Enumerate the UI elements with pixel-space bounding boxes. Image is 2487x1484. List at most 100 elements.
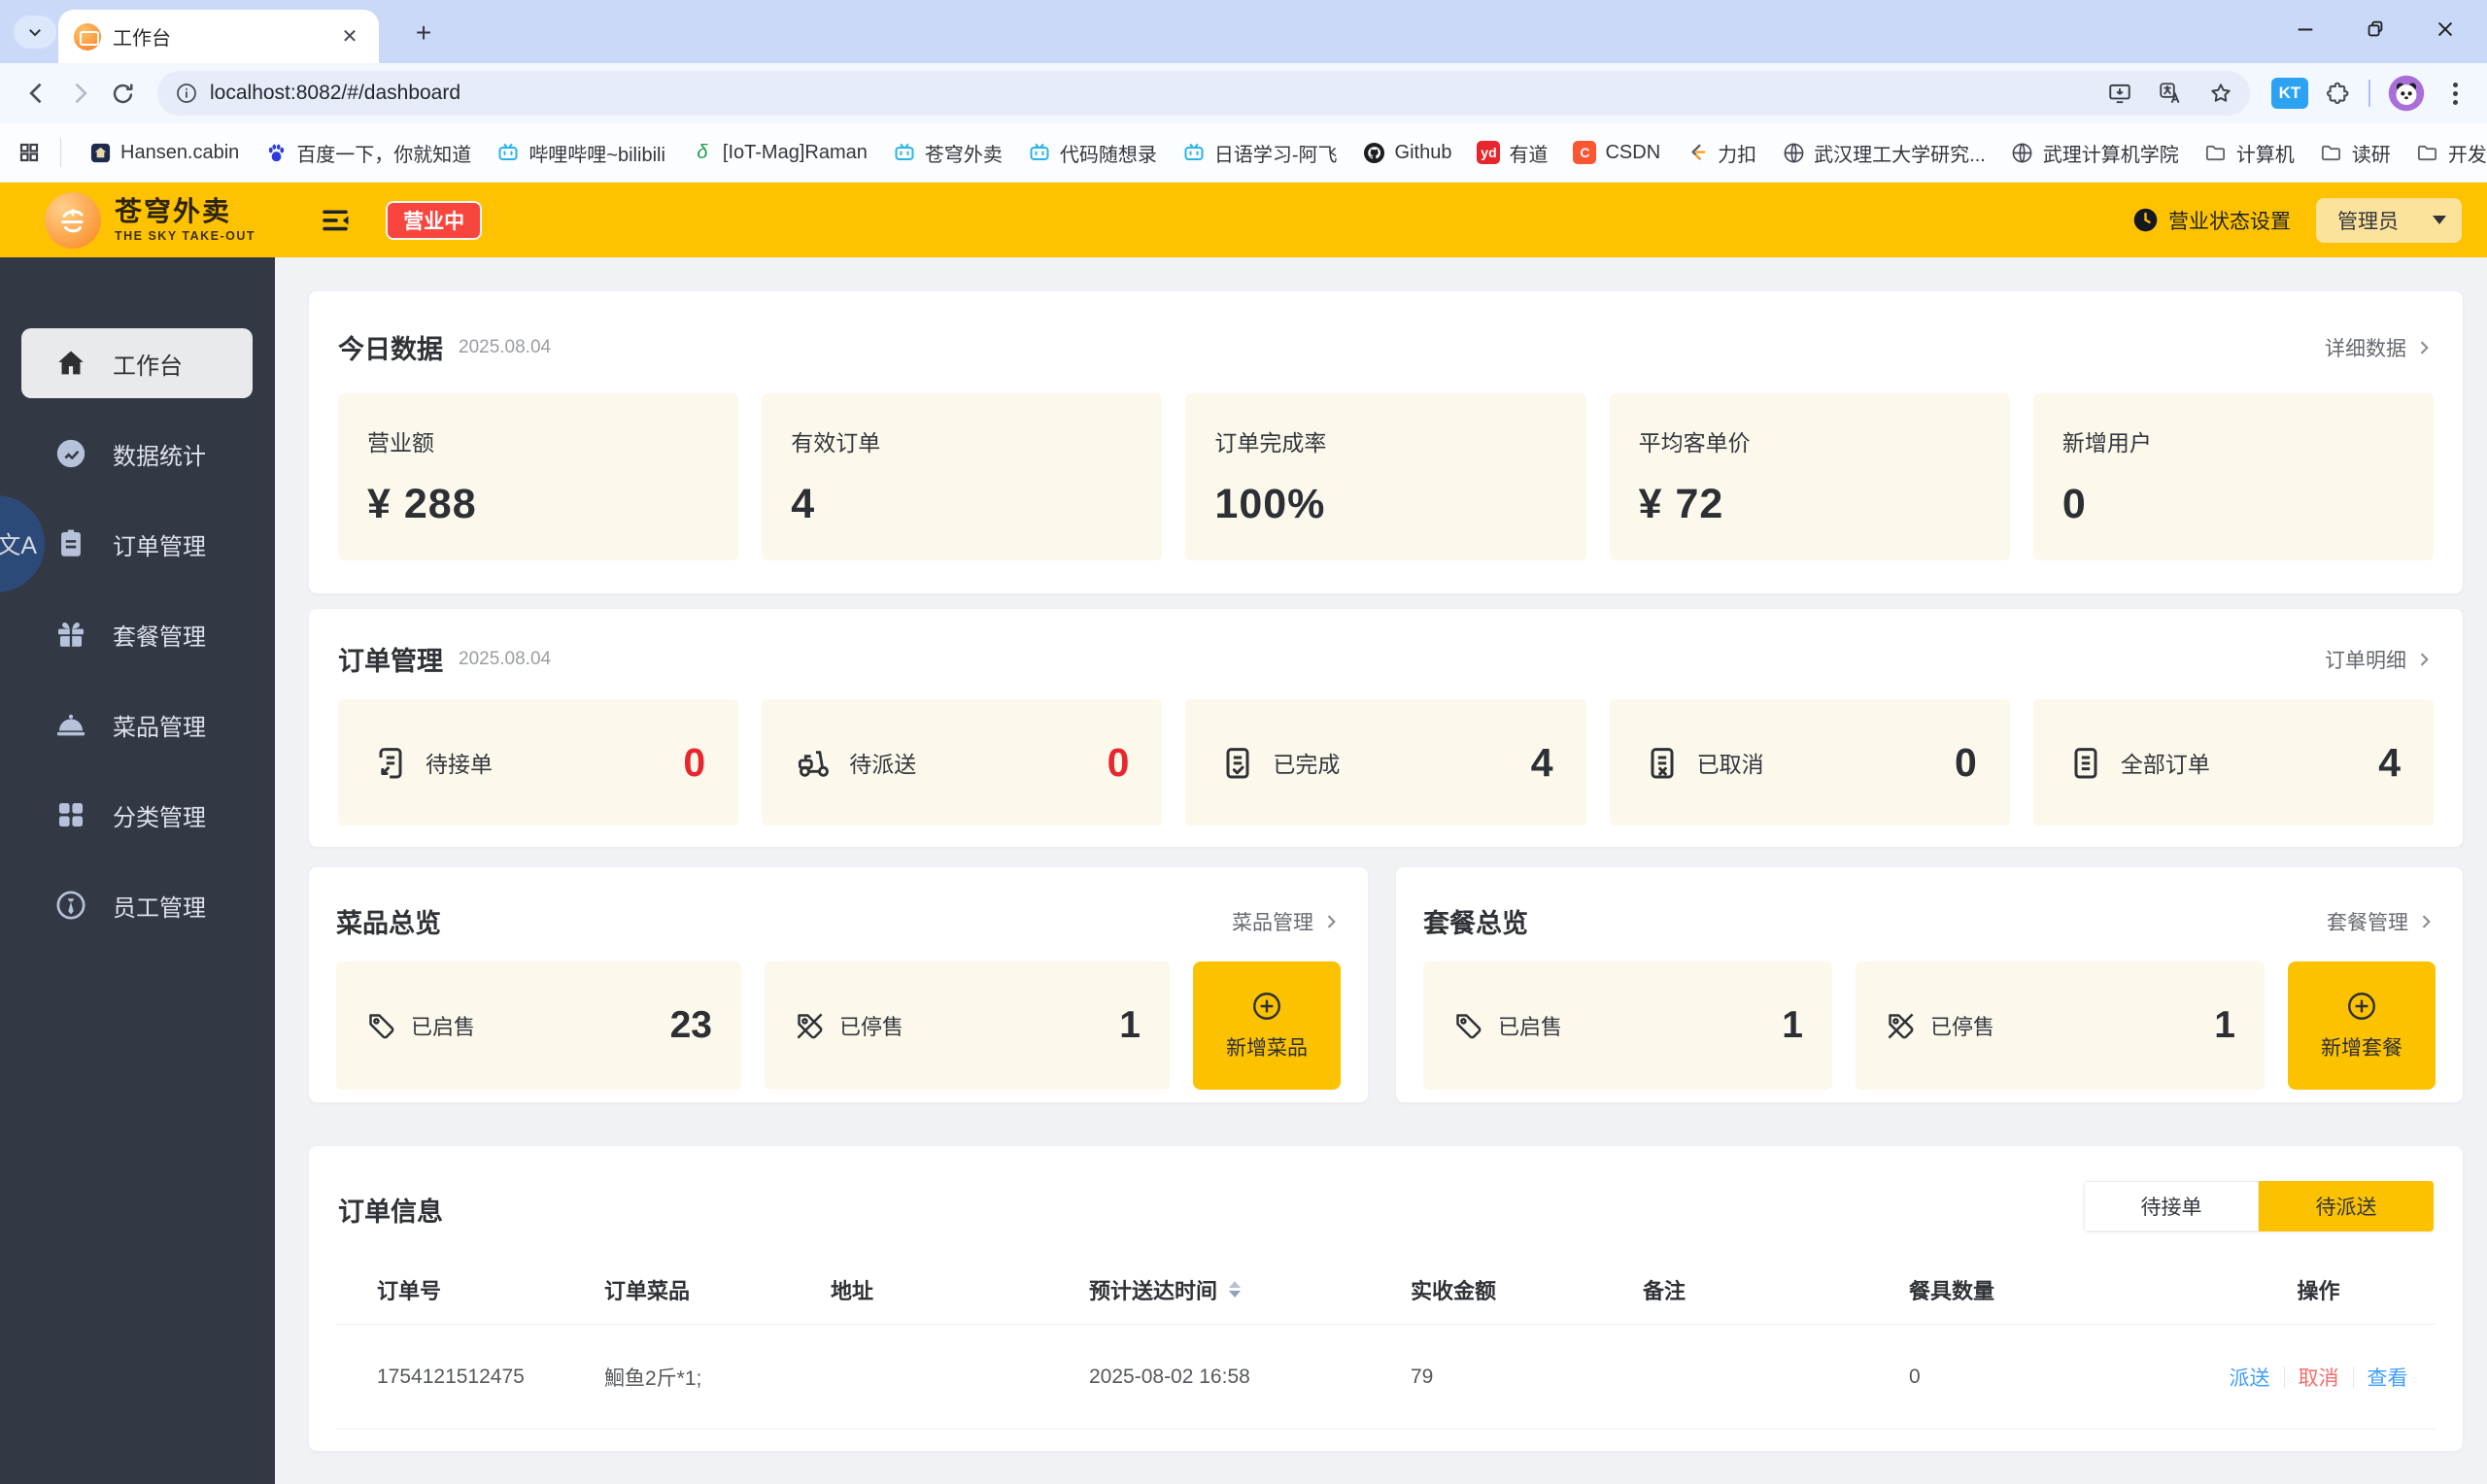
order-card-cancelled[interactable]: 已取消 0 (1609, 699, 2010, 826)
clock-icon (2133, 208, 2158, 232)
bookmark-item[interactable]: 哔哩哔哩~bilibili (489, 133, 673, 173)
new-tab-button[interactable]: + (406, 17, 441, 49)
cell-amount: 79 (1411, 1365, 1434, 1388)
sidebar-fold-button[interactable] (316, 201, 355, 240)
view-action-link[interactable]: 查看 (2368, 1363, 2408, 1392)
mini-card-value: 1 (1782, 1004, 1803, 1046)
col-eta[interactable]: 预计送达时间 (1048, 1274, 1370, 1305)
link-label: 菜品管理 (1232, 911, 1313, 934)
tab-pending-delivery[interactable]: 待派送 (2259, 1181, 2434, 1231)
cell-eta: 2025-08-02 16:58 (1089, 1365, 1250, 1388)
house-icon (88, 141, 112, 164)
bookmark-star-icon[interactable] (2201, 74, 2240, 113)
bookmark-item[interactable]: Github (1355, 135, 1460, 170)
url-text[interactable]: localhost:8082/#/dashboard (210, 82, 2089, 105)
site-info-icon[interactable] (175, 82, 198, 105)
bookmarks-divider (60, 138, 61, 167)
bookmark-item[interactable]: 计算机 (2197, 133, 2302, 173)
add-dish-button[interactable]: 新增菜品 (1193, 961, 1341, 1090)
sort-carets-icon[interactable] (1229, 1281, 1242, 1298)
sidebar-item-orders[interactable]: 订单管理 (21, 509, 253, 579)
sidebar-item-dishes[interactable]: 菜品管理 (21, 690, 253, 759)
extension-kt-badge[interactable]: KT (2271, 78, 2308, 109)
bookmark-item[interactable]: 百度一下，你就知道 (256, 133, 479, 173)
bookmark-item[interactable]: C CSDN (1565, 135, 1668, 170)
site-favicon-icon (74, 22, 101, 51)
forward-button[interactable] (58, 72, 101, 115)
panel-title: 套餐总览 (1423, 909, 1528, 938)
bookmark-item[interactable]: 代码随想录 (1020, 133, 1165, 173)
order-card-completed[interactable]: 已完成 4 (1185, 699, 1586, 826)
stat-value: 0 (2061, 481, 2087, 527)
add-button-label: 新增套餐 (2321, 1037, 2402, 1060)
reload-button[interactable] (101, 72, 144, 115)
col-amount: 实收金额 (1411, 1278, 1497, 1303)
stat-card-new-users: 新增用户 0 (2032, 393, 2435, 560)
stat-label: 营业额 (367, 430, 434, 455)
setmeal-manage-link[interactable]: 套餐管理 (2327, 907, 2436, 936)
extensions-button[interactable] (2316, 72, 2359, 115)
install-app-icon[interactable] (2100, 74, 2139, 113)
order-management-panel: 订单管理 2025.08.04 订单明细 待接单 0 待派送 0 已完成 4 已… (309, 609, 2463, 847)
order-card-all[interactable]: 全部订单 4 (2032, 699, 2435, 826)
bookmark-item[interactable]: 武理计算机学院 (2003, 133, 2187, 173)
user-menu-dropdown[interactable]: 管理员 (2316, 197, 2462, 243)
restore-button[interactable] (2355, 9, 2396, 50)
order-card-pending-delivery[interactable]: 待派送 0 (762, 699, 1163, 826)
close-window-button[interactable] (2425, 9, 2466, 50)
bookmark-item[interactable]: Hansen.cabin (81, 135, 247, 170)
sidebar-item-setmeal[interactable]: 套餐管理 (21, 599, 253, 669)
bookmark-item[interactable]: 力扣 (1678, 133, 1764, 173)
tab-close-icon[interactable]: ✕ (336, 23, 363, 51)
translate-icon[interactable] (2151, 74, 2190, 113)
add-setmeal-button[interactable]: 新增套餐 (2288, 961, 2436, 1090)
bookmark-item[interactable]: yd 有道 (1469, 133, 1555, 173)
bookmark-item[interactable]: 读研 (2312, 133, 2399, 173)
bookmark-item[interactable]: 苍穹外卖 (885, 133, 1010, 173)
back-button[interactable] (16, 72, 58, 115)
dish-manage-link[interactable]: 菜品管理 (1232, 907, 1341, 936)
cancel-action-link[interactable]: 取消 (2299, 1363, 2339, 1392)
profile-avatar[interactable] (2388, 75, 2425, 112)
brand-block: 苍穹外卖 THE SKY TAKE-OUT (115, 196, 256, 244)
puzzle-icon (2326, 82, 2348, 104)
business-status-setting-button[interactable]: 营业状态设置 (2132, 206, 2291, 235)
minimize-button[interactable] (2285, 9, 2326, 50)
tab-pending-accept[interactable]: 待接单 (2084, 1181, 2259, 1231)
apps-grid-icon[interactable] (17, 141, 41, 164)
tab-search-button[interactable] (14, 16, 56, 49)
panel-date: 2025.08.04 (459, 648, 552, 669)
sidebar-item-statistics[interactable]: 数据统计 (21, 419, 253, 489)
order-card-label: 已完成 (1273, 752, 1341, 777)
sidebar-item-workbench[interactable]: 工作台 (21, 328, 253, 398)
employee-icon (54, 889, 87, 922)
dish-overview-panel: 菜品总览 菜品管理 已启售 23 已停售 1 新增菜品 (309, 867, 1368, 1102)
today-detail-link[interactable]: 详细数据 (2325, 333, 2434, 362)
chevron-right-icon (2420, 652, 2429, 666)
cell-actions: 派送 取消 查看 (2201, 1363, 2436, 1392)
deliver-action-link[interactable]: 派送 (2230, 1363, 2270, 1392)
sidebar-item-employees[interactable]: 员工管理 (21, 870, 253, 940)
order-card-pending-accept[interactable]: 待接单 0 (338, 699, 739, 826)
reload-icon (113, 84, 133, 103)
delta-icon: δ (697, 141, 708, 163)
browser-menu-button[interactable] (2438, 82, 2471, 105)
panda-avatar-icon (2388, 75, 2425, 112)
dish-off-sale-card: 已停售 1 (765, 961, 1170, 1090)
bookmark-item[interactable]: 开发 (2408, 133, 2487, 173)
bookmark-label: 武汉理工大学研究... (1814, 144, 1986, 166)
stat-label: 平均客单价 (1638, 430, 1751, 455)
order-card-label: 已取消 (1696, 752, 1764, 777)
stat-label: 有效订单 (791, 430, 881, 455)
order-detail-link[interactable]: 订单明细 (2325, 645, 2434, 674)
bookmark-item[interactable]: 武汉理工大学研究... (1774, 133, 1993, 173)
browser-tab[interactable]: 工作台 ✕ (58, 10, 379, 63)
window-controls (2285, 0, 2479, 58)
doc-all-icon (2066, 743, 2105, 782)
url-bar[interactable]: localhost:8082/#/dashboard (157, 71, 2250, 116)
sidebar-item-categories[interactable]: 分类管理 (21, 780, 253, 850)
bookmark-item[interactable]: δ [IoT-Mag]Raman (683, 135, 875, 170)
bookmark-item[interactable]: 日语学习-阿飞 (1175, 133, 1346, 173)
sidebar: 工作台 数据统计 订单管理 套餐管理 菜品管理 分类管理 员工管理 (0, 257, 275, 1484)
chevron-right-icon (2422, 914, 2431, 928)
